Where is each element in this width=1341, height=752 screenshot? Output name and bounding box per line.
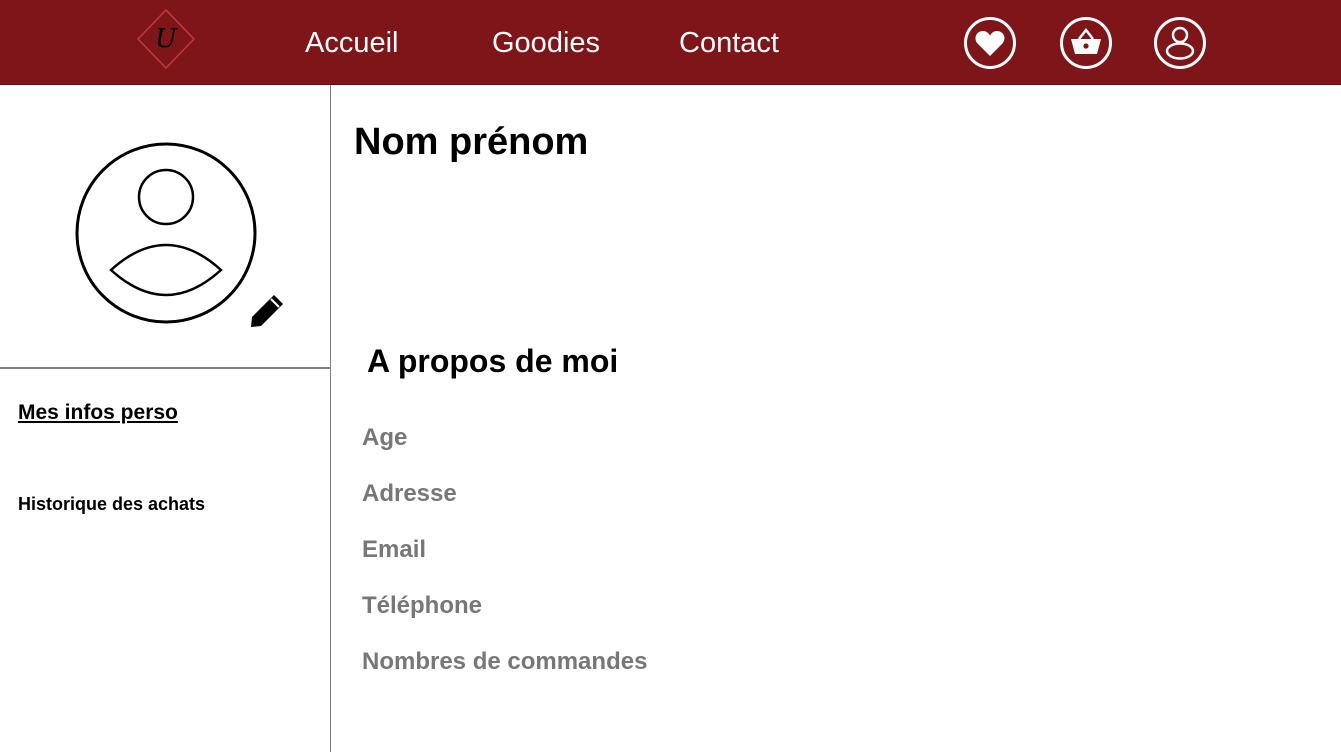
svg-text:U: U [155,24,178,54]
field-email: Email [362,536,427,563]
basket-icon[interactable] [1059,16,1113,70]
sidebar: Mes infos perso Historique des achats [0,85,331,752]
profile-main: Nom prénom A propos de moi Age Adresse E… [332,85,1341,752]
field-address: Adresse [362,480,457,507]
sidebar-item-personal-info[interactable]: Mes infos perso [18,401,178,425]
about-title: A propos de moi [367,343,619,379]
nav-home-link[interactable]: Accueil [305,26,399,60]
top-navigation-bar: U Accueil Goodies Contact [0,0,1341,85]
sidebar-item-purchase-history[interactable]: Historique des achats [18,494,205,515]
field-age: Age [362,424,408,451]
field-phone: Téléphone [362,592,483,619]
logo-icon[interactable]: U [137,9,195,69]
heart-icon[interactable] [963,16,1017,70]
nav-goodies-link[interactable]: Goodies [492,26,600,60]
avatar-section [0,85,331,369]
nav-contact-link[interactable]: Contact [679,26,779,60]
pencil-icon[interactable] [248,290,288,330]
profile-name: Nom prénom [354,121,589,163]
user-icon[interactable] [1153,16,1207,70]
field-order-count: Nombres de commandes [362,648,648,675]
user-avatar-icon [75,142,257,324]
